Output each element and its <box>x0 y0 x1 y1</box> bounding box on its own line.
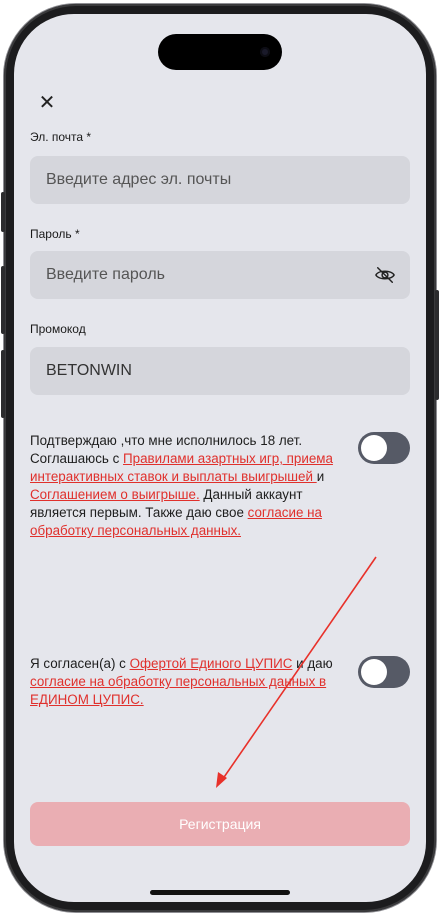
age-consent-text: Подтверждаю ,что мне исполнилось 18 лет.… <box>30 432 348 540</box>
consent-text: и <box>316 469 325 484</box>
home-indicator[interactable] <box>150 890 290 895</box>
eye-off-icon[interactable] <box>374 265 396 285</box>
consent-text: и даю <box>292 656 333 671</box>
email-label: Эл. почта * <box>30 130 92 144</box>
power-button <box>435 290 439 400</box>
winnings-agreement-link[interactable]: Соглашением о выигрыше. <box>30 487 200 502</box>
action-button <box>1 192 5 232</box>
volume-up-button <box>1 266 5 334</box>
toggle-knob <box>361 435 387 461</box>
promo-field[interactable]: BETONWIN <box>30 347 410 395</box>
cupis-consent-toggle[interactable] <box>358 656 410 688</box>
screen: ✕ Эл. почта * Введите адрес эл. почты Па… <box>14 14 426 902</box>
toggle-knob <box>361 659 387 685</box>
arrow-head <box>216 772 227 788</box>
volume-down-button <box>1 350 5 418</box>
age-consent-toggle[interactable] <box>358 432 410 464</box>
close-icon[interactable]: ✕ <box>36 92 58 114</box>
password-label: Пароль * <box>30 227 80 241</box>
dynamic-island <box>158 34 282 70</box>
cupis-consent-text: Я согласен(а) с Офертой Единого ЦУПИС и … <box>30 655 348 709</box>
password-field[interactable]: Введите пароль <box>30 251 410 299</box>
consent-text: Я согласен(а) с <box>30 656 130 671</box>
register-button[interactable]: Регистрация <box>30 802 410 846</box>
password-placeholder: Введите пароль <box>46 266 165 283</box>
email-field[interactable]: Введите адрес эл. почты <box>30 156 410 204</box>
cupis-offer-link[interactable]: Офертой Единого ЦУПИС <box>130 656 293 671</box>
cupis-personal-data-link[interactable]: согласие на обработку персональных данны… <box>30 674 326 707</box>
camera-icon <box>260 47 270 57</box>
promo-label: Промокод <box>30 322 86 336</box>
